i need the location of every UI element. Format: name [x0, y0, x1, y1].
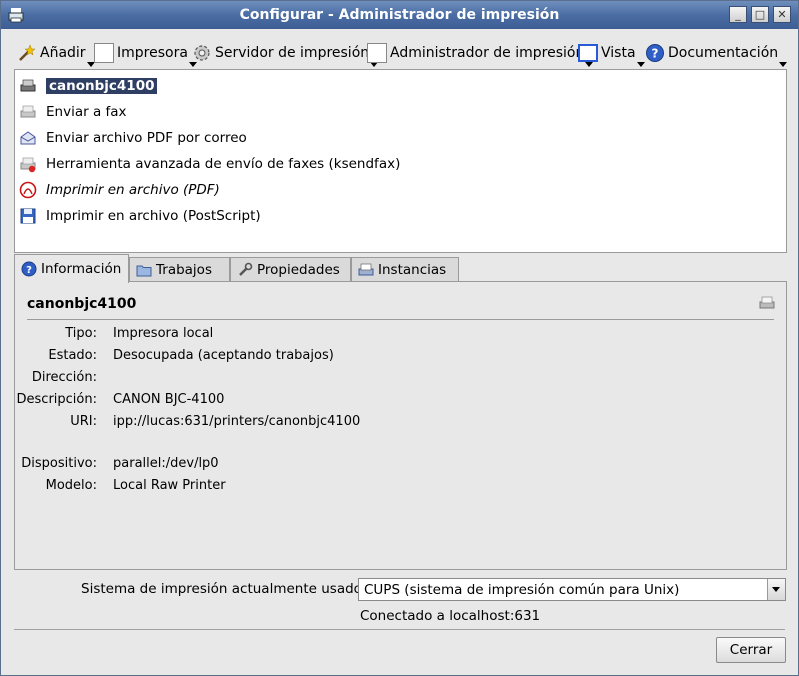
field-value: Local Raw Printer: [113, 478, 226, 493]
info-row-description: Descripción: CANON BJC-4100: [15, 392, 775, 412]
help-icon: ?: [646, 44, 664, 62]
printer-list-item[interactable]: Enviar a fax: [19, 101, 127, 123]
save-icon: [20, 208, 36, 224]
view-menu-button[interactable]: Vista: [578, 41, 645, 67]
printer-list-item[interactable]: canonbjc4100: [19, 75, 158, 97]
window-view-icon: [578, 44, 598, 62]
info-row-device: Dispositivo: parallel:/dev/lp0: [15, 456, 775, 476]
printer-list-item[interactable]: Enviar archivo PDF por correo: [19, 127, 247, 149]
info-row-model: Modelo: Local Raw Printer: [15, 478, 775, 498]
printer-menu-button[interactable]: Impresora: [94, 41, 197, 67]
field-label: Estado:: [48, 348, 97, 363]
folder-icon: [136, 265, 152, 276]
close-button[interactable]: Cerrar: [716, 637, 786, 663]
printer-name: Herramienta avanzada de envío de faxes (…: [46, 156, 401, 172]
fax-icon: [20, 157, 36, 173]
wizard-wand-icon: [19, 44, 36, 61]
information-panel: canonbjc4100 Tipo: Impresora local Estad…: [14, 281, 787, 570]
blank-icon: [367, 43, 387, 63]
printer-icon: [759, 296, 775, 309]
bottom-separator: [14, 629, 785, 630]
printer-list-item[interactable]: Herramienta avanzada de envío de faxes (…: [19, 153, 400, 175]
info-row-location: Dirección:: [15, 370, 775, 390]
mail-icon: [20, 131, 36, 145]
field-label: Dispositivo:: [21, 456, 97, 471]
printer-list[interactable]: canonbjc4100 Enviar a fax Enviar archivo…: [14, 69, 787, 253]
field-value: ipp://lucas:631/printers/canonbjc4100: [113, 414, 361, 429]
window-title: Configurar - Administrador de impresión: [239, 7, 560, 23]
printer-icon: [20, 79, 36, 92]
field-label: Dirección:: [31, 370, 97, 385]
wrench-icon: [239, 262, 253, 276]
toolbar: Añadir Impresora Servidor de impresión A…: [1, 37, 798, 67]
chevron-down-icon: [779, 62, 788, 67]
info-row-type: Tipo: Impresora local: [15, 326, 775, 346]
printer-title: canonbjc4100: [27, 296, 137, 312]
server-menu-button[interactable]: Servidor de impresión: [192, 41, 379, 67]
info-row-state: Estado: Desocupada (aceptando trabajos): [15, 348, 775, 368]
tab-label: Instancias: [378, 261, 447, 278]
tab-instances[interactable]: Instancias: [351, 257, 459, 281]
help-icon: ?: [21, 261, 37, 277]
minimize-button[interactable]: _: [729, 6, 747, 23]
printer-icon: [358, 263, 374, 275]
printer-list-item[interactable]: Imprimir en archivo (PostScript): [19, 205, 261, 227]
add-label: Añadir: [40, 45, 86, 61]
field-value: parallel:/dev/lp0: [113, 456, 219, 471]
docs-label: Documentación: [668, 45, 779, 61]
print-system-label: Sistema de impresión actualmente usado:: [81, 581, 367, 597]
print-system-select[interactable]: CUPS (sistema de impresión común para Un…: [358, 578, 786, 601]
tab-label: Información: [41, 261, 122, 277]
tab-information[interactable]: ? Información: [14, 254, 129, 283]
chevron-down-icon[interactable]: [767, 579, 785, 600]
field-label: Tipo:: [65, 326, 97, 341]
title-separator: [27, 319, 774, 320]
view-label: Vista: [601, 45, 636, 61]
blank-icon: [94, 43, 114, 63]
close-window-button[interactable]: ✕: [773, 6, 791, 23]
chevron-down-icon: [636, 62, 645, 67]
tab-label: Propiedades: [257, 261, 340, 278]
printer-name: Imprimir en archivo (PDF): [46, 182, 220, 198]
server-label: Servidor de impresión: [215, 45, 370, 61]
printer-name: Enviar archivo PDF por correo: [46, 130, 247, 146]
add-menu-button[interactable]: Añadir: [17, 41, 95, 67]
field-value: CANON BJC-4100: [113, 392, 225, 407]
maximize-button[interactable]: □: [751, 6, 769, 23]
tab-jobs[interactable]: Trabajos: [129, 257, 230, 281]
connection-status: Conectado a localhost:631: [360, 608, 541, 624]
field-label: Modelo:: [45, 478, 97, 493]
printer-list-item[interactable]: Imprimir en archivo (PDF): [19, 179, 220, 201]
printer-name: canonbjc4100: [46, 78, 158, 94]
info-row-uri: URI: ipp://lucas:631/printers/canonbjc41…: [15, 414, 775, 434]
tab-properties[interactable]: Propiedades: [230, 257, 351, 281]
docs-menu-button[interactable]: ? Documentación: [645, 41, 788, 67]
manager-menu-button[interactable]: Administrador de impresión: [367, 41, 594, 67]
printer-name: Imprimir en archivo (PostScript): [46, 208, 261, 224]
title-bar: Configurar - Administrador de impresión …: [1, 1, 798, 29]
manager-label: Administrador de impresión: [390, 45, 585, 61]
field-value: Desocupada (aceptando trabajos): [113, 348, 334, 363]
field-value: Impresora local: [113, 326, 214, 341]
svg-text:?: ?: [26, 265, 32, 276]
field-label: URI:: [70, 414, 97, 429]
gear-icon: [194, 45, 210, 61]
pdf-icon: [19, 181, 37, 199]
print-system-value: CUPS (sistema de impresión común para Un…: [364, 582, 680, 598]
printer-label: Impresora: [117, 45, 188, 61]
printer-name: Enviar a fax: [46, 104, 127, 120]
field-label: Descripción:: [16, 392, 97, 407]
svg-text:?: ?: [652, 47, 659, 61]
tab-label: Trabajos: [156, 261, 212, 278]
fax-icon: [20, 105, 36, 118]
print-manager-window: Configurar - Administrador de impresión …: [0, 0, 799, 676]
